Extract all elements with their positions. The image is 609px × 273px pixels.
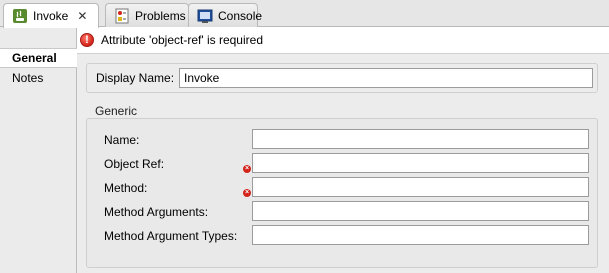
java-bean-icon (12, 8, 28, 24)
error-icon: ! (80, 33, 94, 47)
error-message: Attribute 'object-ref' is required (101, 33, 263, 47)
method-argument-types-label: Method Argument Types: (104, 229, 238, 243)
method-argument-types-input[interactable] (252, 225, 589, 245)
sidebar-item-label: General (12, 51, 57, 65)
error-banner: ! Attribute 'object-ref' is required (75, 29, 609, 51)
problems-icon (114, 8, 130, 24)
tab-console[interactable]: Console (188, 3, 262, 27)
tab-console-label: Console (218, 8, 263, 23)
display-name-label: Display Name: (96, 71, 175, 85)
method-arguments-input[interactable] (252, 201, 589, 221)
console-icon (197, 8, 213, 24)
name-input[interactable] (252, 129, 589, 149)
sidebar-item-label: Notes (12, 71, 44, 85)
object-ref-input[interactable] (252, 153, 589, 173)
display-name-input[interactable] (179, 68, 593, 88)
name-label: Name: (104, 133, 140, 147)
section-sidebar: General Notes (0, 27, 77, 273)
sidebar-item-notes[interactable]: Notes (0, 68, 76, 88)
tab-invoke-label: Invoke (33, 9, 69, 23)
method-input[interactable] (252, 177, 589, 197)
sidebar-item-general[interactable]: General (0, 48, 77, 68)
field-error-icon: × (243, 165, 251, 173)
general-page: Display Name: Generic Name: Object Ref: … (77, 53, 609, 273)
field-error-icon: × (243, 189, 251, 197)
generic-group-title: Generic (95, 104, 138, 118)
close-icon[interactable]: ✕ (77, 9, 87, 23)
editor-tab-bar: Invoke ✕ Problems Console (0, 0, 609, 28)
tab-invoke[interactable]: Invoke ✕ (3, 3, 99, 28)
tab-problems[interactable]: Problems (105, 3, 189, 27)
tab-problems-label: Problems (135, 8, 186, 23)
method-arguments-label: Method Arguments: (104, 205, 209, 219)
method-label: Method: (104, 181, 148, 195)
object-ref-label: Object Ref: (104, 157, 165, 171)
